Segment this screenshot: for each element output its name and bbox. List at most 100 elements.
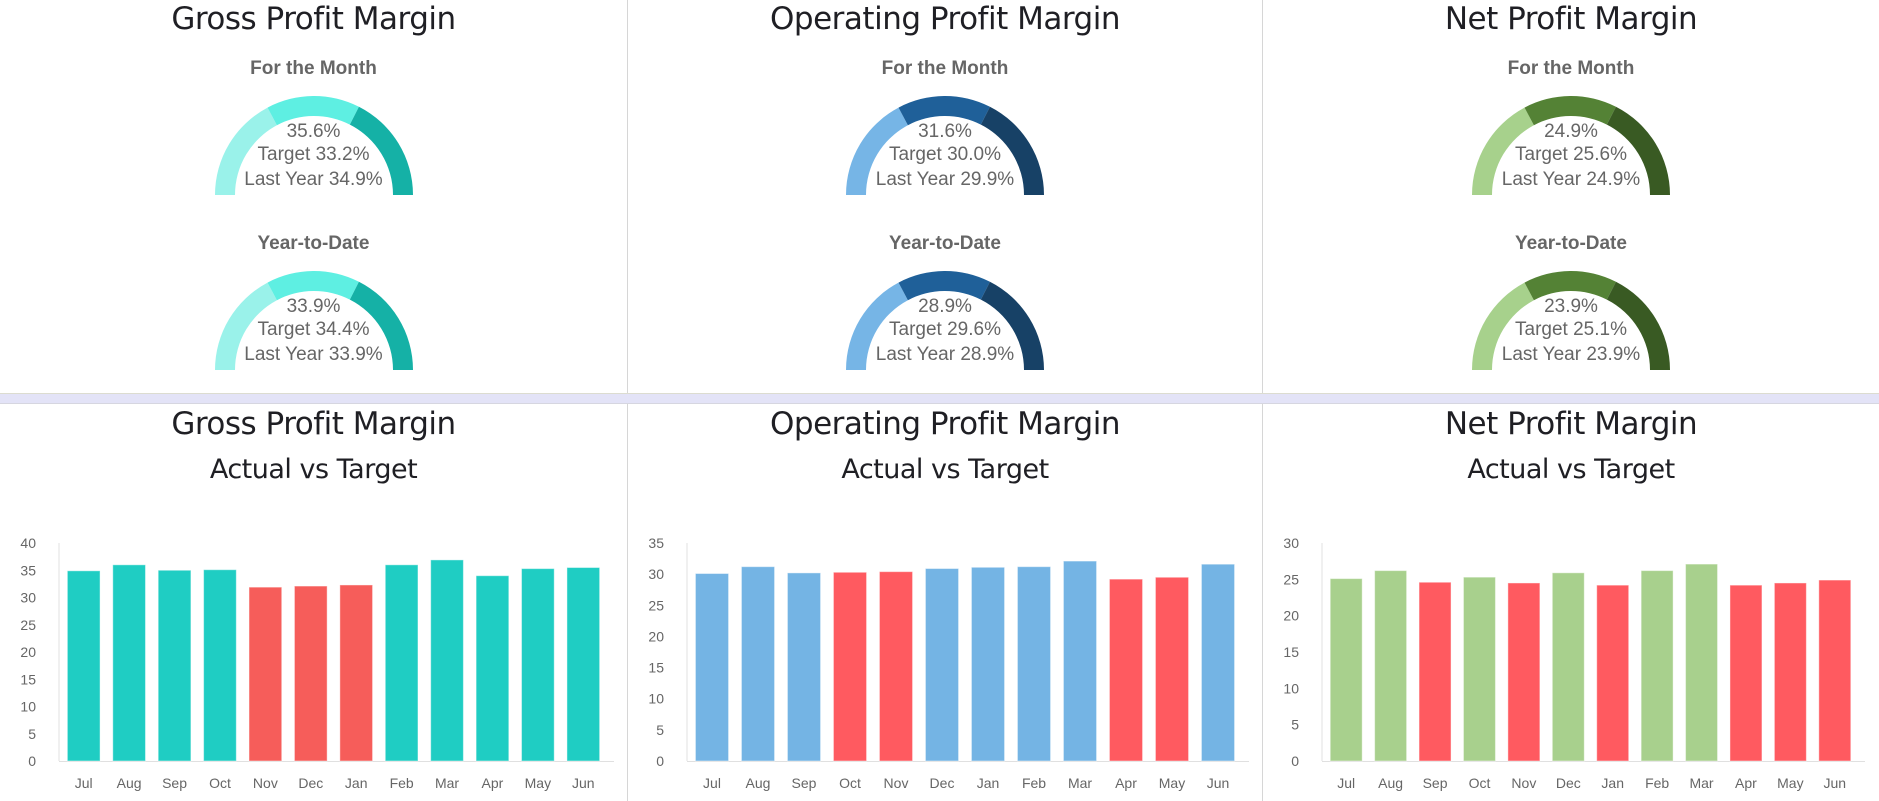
x-tick-label: Oct	[1469, 775, 1491, 791]
x-tick-label: Jul	[1337, 775, 1355, 791]
gauge-label: Year-to-Date	[1515, 233, 1627, 254]
gauge-last-year: Last Year 23.9%	[1501, 344, 1641, 365]
gauge-label: Year-to-Date	[889, 233, 1001, 254]
gauge-label: For the Month	[881, 58, 1009, 79]
gauge-target: Target 30.0%	[889, 144, 1001, 165]
bar-oct[interactable]	[832, 571, 868, 762]
bar-nov[interactable]	[1507, 582, 1541, 762]
gauge-target: Target 25.1%	[1515, 319, 1627, 340]
bar-jul[interactable]	[1329, 578, 1363, 762]
gross-chart-panel: Gross Profit Margin Actual vs Target 0 5 1…	[0, 404, 628, 801]
x-tick-label: Oct	[839, 775, 861, 791]
bar-feb[interactable]	[1640, 570, 1674, 762]
x-tick-label: Feb	[1645, 775, 1669, 791]
y-tick-label: 10	[1283, 680, 1299, 696]
bar-sep[interactable]	[786, 572, 822, 762]
bar-jan[interactable]	[970, 566, 1006, 762]
x-tick-label: Jul	[703, 775, 721, 791]
bar-mar[interactable]	[1062, 560, 1098, 762]
x-tick-label: Mar	[1689, 775, 1713, 791]
bar-feb[interactable]	[384, 564, 419, 762]
x-tick-label: Mar	[435, 775, 459, 791]
panel-title: Net Profit Margin	[1444, 1, 1698, 37]
y-tick-label: 10	[648, 691, 664, 707]
bar-nov[interactable]	[878, 571, 914, 762]
gauge-month: For the Month 35.6% Target 33.2% Last Ye…	[0, 58, 627, 228]
x-tick-label: May	[525, 775, 551, 791]
x-tick-label: Sep	[162, 775, 187, 791]
y-tick-label: 0	[28, 753, 36, 769]
y-tick-label: 5	[656, 722, 664, 738]
bar-may[interactable]	[1154, 576, 1190, 762]
bar-oct[interactable]	[1462, 576, 1496, 762]
bar-aug[interactable]	[112, 564, 146, 762]
bar-nov[interactable]	[248, 586, 283, 762]
bar-feb[interactable]	[1016, 566, 1052, 762]
y-tick-label: 10	[20, 699, 36, 715]
panel-title: Gross Profit Margin	[171, 1, 456, 37]
y-tick-label: 15	[1283, 644, 1299, 660]
bar-apr[interactable]	[1108, 578, 1144, 762]
bar-mar[interactable]	[1685, 563, 1719, 762]
y-tick-label: 20	[1283, 608, 1299, 624]
x-tick-label: May	[1159, 775, 1185, 791]
x-tick-label: Aug	[1378, 775, 1403, 791]
bar-mar[interactable]	[430, 559, 464, 762]
bar-jul[interactable]	[694, 573, 730, 762]
gross-gauge-panel: Gross Profit Margin For the Month 35.6% …	[0, 0, 628, 393]
bar-jan[interactable]	[339, 584, 374, 762]
gauge-value: 23.9%	[1544, 296, 1598, 317]
y-tick-label: 0	[1291, 753, 1299, 769]
chart-subtitle: Actual vs Target	[209, 454, 418, 485]
bar-may[interactable]	[521, 568, 555, 762]
x-tick-label: Jan	[1601, 775, 1624, 791]
x-tick-label: Jul	[75, 775, 93, 791]
net-gauge-panel: Net Profit Margin For the Month 24.9% Ta…	[1263, 0, 1879, 393]
panel-title: Operating Profit Margin	[770, 1, 1120, 37]
row-separator	[0, 393, 1879, 404]
bar-jun[interactable]	[1818, 579, 1852, 762]
bar-jul[interactable]	[66, 570, 101, 762]
bar-apr[interactable]	[475, 575, 510, 762]
bar-jan[interactable]	[1596, 584, 1630, 762]
y-tick-label: 0	[656, 753, 664, 769]
bar-jun[interactable]	[566, 567, 601, 762]
bar-sep[interactable]	[157, 569, 192, 762]
x-tick-label: May	[1777, 775, 1803, 791]
y-tick-label: 5	[28, 726, 36, 742]
y-tick-label: 20	[20, 644, 36, 660]
gauge-last-year: Last Year 33.9%	[244, 344, 383, 365]
bar-sep[interactable]	[1418, 581, 1452, 762]
bar-jun[interactable]	[1200, 563, 1236, 762]
bar-apr[interactable]	[1729, 584, 1763, 762]
x-tick-label: Mar	[1068, 775, 1092, 791]
gauge-target: Target 34.4%	[257, 319, 370, 340]
bar-may[interactable]	[1773, 582, 1807, 762]
y-tick-label: 30	[648, 566, 664, 582]
gauge-ytd: Year-to-Date 33.9% Target 34.4% Last Yea…	[0, 233, 627, 403]
charts-row: Gross Profit Margin Actual vs Target 0 5 1…	[0, 404, 1879, 801]
x-tick-label: Dec	[930, 775, 955, 791]
bar-aug[interactable]	[1374, 570, 1408, 762]
gauge-month: For the Month 24.9% Target 25.6% Last Ye…	[1263, 58, 1879, 228]
gauge-target: Target 25.6%	[1515, 144, 1627, 165]
x-tick-label: Sep	[1423, 775, 1448, 791]
gauge-value: 31.6%	[918, 121, 972, 142]
bar-dec[interactable]	[924, 568, 960, 762]
bar-oct[interactable]	[203, 569, 237, 762]
bar-dec[interactable]	[1551, 572, 1585, 762]
y-tick-label: 25	[648, 597, 664, 613]
y-tick-label: 35	[648, 535, 664, 551]
chart-subtitle: Actual vs Target	[841, 454, 1049, 485]
bar-aug[interactable]	[740, 566, 776, 762]
x-tick-label: Jan	[977, 775, 1000, 791]
bar-dec[interactable]	[293, 585, 328, 762]
y-tick-label: 15	[648, 660, 664, 676]
chart-title: Operating Profit Margin	[770, 406, 1120, 442]
x-tick-label: Feb	[1022, 775, 1046, 791]
x-tick-label: Apr	[1735, 775, 1757, 791]
x-tick-label: Aug	[746, 775, 771, 791]
x-tick-label: Oct	[209, 775, 231, 791]
gauge-last-year: Last Year 34.9%	[244, 169, 383, 190]
x-tick-label: Nov	[253, 775, 278, 791]
